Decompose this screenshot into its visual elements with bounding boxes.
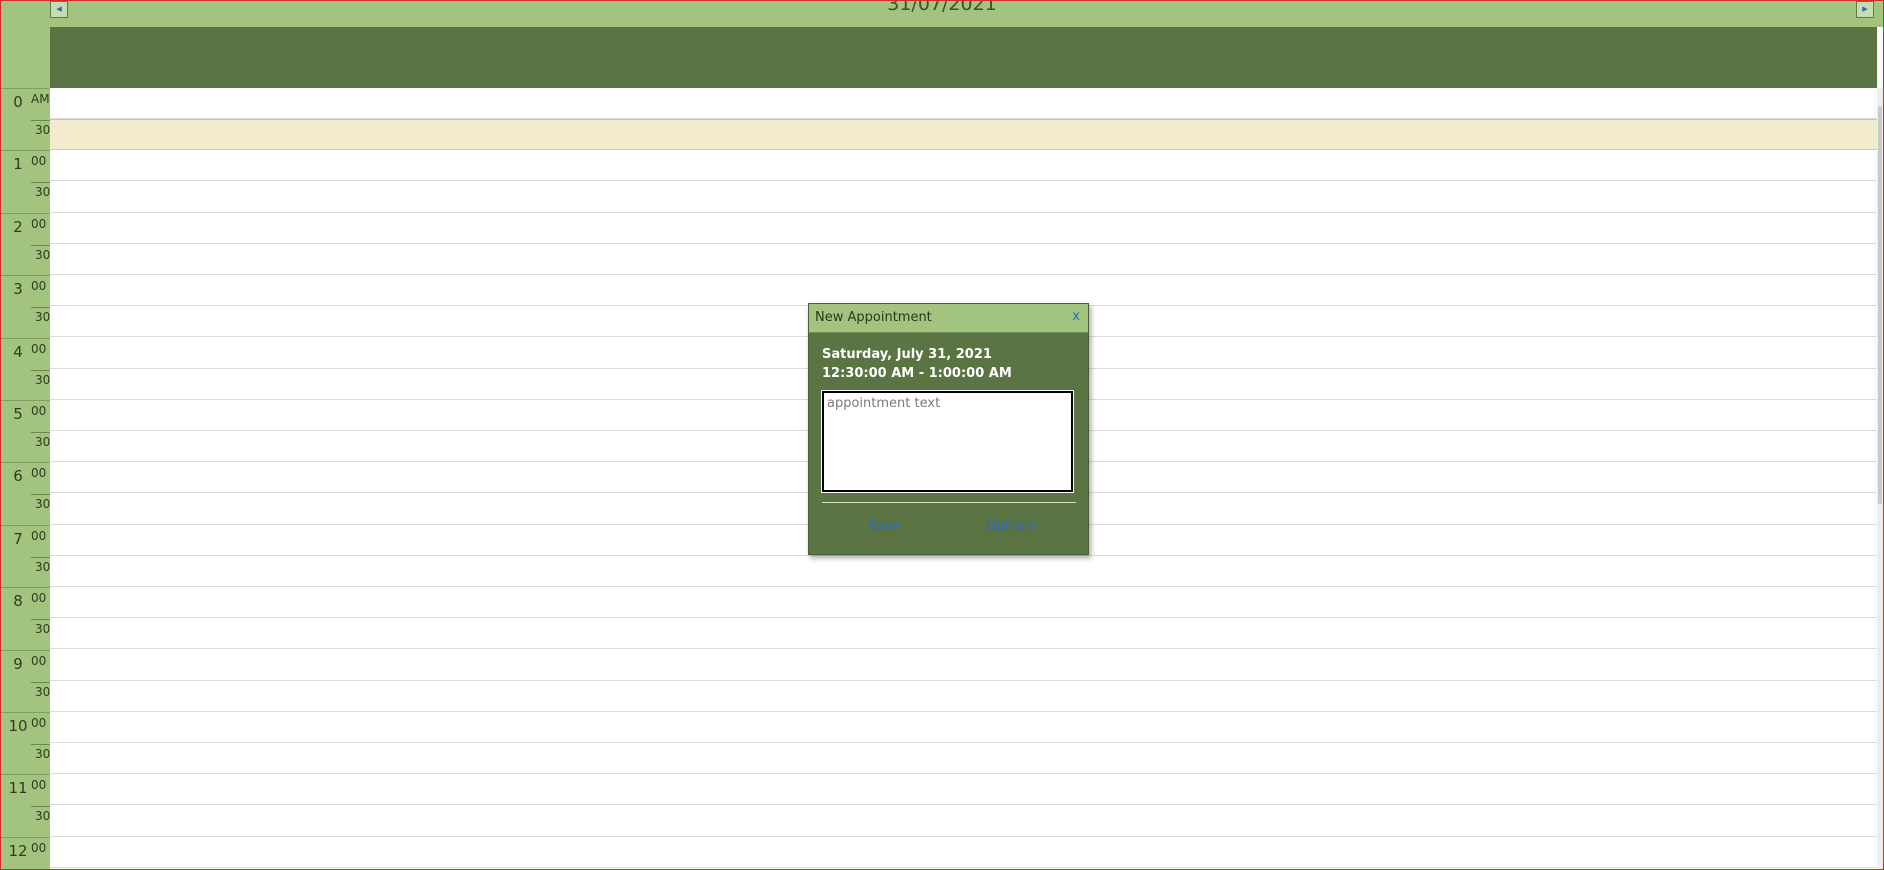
minute-00-label: 00: [31, 279, 47, 294]
time-slot[interactable]: [50, 150, 1877, 182]
minute-00-label: 00: [31, 341, 47, 356]
minute-30-label: 30: [31, 369, 50, 400]
minute-30-label: 30: [31, 619, 50, 649]
minute-30-label: 30: [31, 556, 50, 587]
hour-label-block: 4 00 30: [1, 337, 50, 400]
hour-number: 2: [13, 217, 23, 236]
minute-30-label: 30: [31, 307, 50, 337]
time-slot[interactable]: [50, 681, 1877, 712]
hour-label-block: 2 00 30: [1, 212, 50, 275]
minute-30-label: 30: [31, 681, 50, 712]
hour-number: 11: [8, 779, 28, 798]
minute-00-label: 00: [31, 154, 47, 169]
hour-number: 6: [13, 467, 23, 486]
minute-30-label: 30: [31, 432, 50, 462]
current-date-title: 31/07/2021: [887, 0, 997, 15]
minute-30-label: 30: [31, 182, 50, 212]
time-slot[interactable]: [50, 743, 1877, 775]
dialog-title-bar: New Appointment x: [809, 304, 1088, 333]
time-slot[interactable]: [50, 650, 1877, 681]
hour-label-block: 10 00 30: [1, 712, 50, 774]
hour-number: 7: [13, 529, 23, 548]
minute-00-label: 00: [31, 216, 47, 231]
hour-number: 3: [13, 280, 23, 299]
minute-30-label: 30: [31, 744, 50, 774]
save-link[interactable]: Save: [868, 519, 900, 534]
minute-00-label: 00: [31, 840, 47, 855]
selected-time-slot[interactable]: [50, 119, 1877, 151]
dialog-divider: [822, 502, 1076, 503]
appointment-text-input[interactable]: [821, 390, 1074, 493]
minute-30-label: 30: [31, 244, 50, 275]
hour-number: 10: [8, 717, 28, 735]
hour-label-block: 1 00 30: [1, 150, 50, 212]
time-slot[interactable]: [50, 213, 1877, 244]
new-appointment-dialog: New Appointment x Saturday, July 31, 202…: [808, 303, 1089, 555]
hour-label-block: 11 00 30: [1, 774, 50, 836]
time-slot[interactable]: [50, 618, 1877, 650]
time-slot[interactable]: [50, 774, 1877, 806]
arrow-right-icon: ▸: [1862, 2, 1868, 15]
time-slot[interactable]: [50, 88, 1877, 119]
time-axis: 0 AM 30 1 00 30 2 00 30 3 00 30 4 00 30 5 00 30 6 00 30 7 00 30…: [1, 88, 50, 869]
hour-number: 0: [13, 93, 23, 111]
minute-00-label: 00: [31, 778, 47, 793]
time-slot[interactable]: [50, 712, 1877, 743]
time-slot[interactable]: [50, 837, 1877, 868]
time-slot[interactable]: [50, 182, 1877, 213]
hour-number: 1: [13, 155, 23, 174]
hour-number: 9: [13, 654, 23, 673]
appointment-time-range: 12:30:00 AM - 1:00:00 AM: [822, 366, 1012, 381]
time-slot[interactable]: [50, 587, 1877, 619]
hour-number: 4: [13, 342, 23, 361]
hour-label-block: 8 00 30: [1, 587, 50, 649]
corner-cell: [1, 27, 50, 88]
hour-label-block: 5 00 30: [1, 400, 50, 462]
calendar-frame: ◂ 31/07/2021 ▸ 0 AM 30 1 00 30 2 00 30 3 00 30 4 00 30…: [0, 0, 1884, 870]
scrollbar-thumb[interactable]: [1878, 106, 1882, 504]
minute-00-label: 00: [31, 716, 47, 730]
next-day-button[interactable]: ▸: [1856, 1, 1874, 18]
hour-number: 12: [8, 841, 28, 860]
close-icon[interactable]: x: [1072, 309, 1080, 324]
minute-00-label: 00: [31, 591, 47, 606]
hour-label-block: 9 00 30: [1, 649, 50, 712]
minute-30-label: 30: [31, 120, 50, 150]
hour-label-block: 120030: [1, 836, 50, 869]
calendar-nav-bar: ◂ 31/07/2021 ▸: [1, 1, 1883, 27]
hour-number: 5: [13, 405, 23, 423]
options-link[interactable]: Options: [986, 519, 1036, 534]
hour-number: 8: [13, 592, 23, 611]
minute-30-label: 30: [31, 806, 50, 836]
time-slot[interactable]: [50, 244, 1877, 275]
hour-label-block: 0 AM 30: [1, 88, 50, 150]
minute-00-label: 00: [31, 466, 47, 481]
hour-label-block: 3 00 30: [1, 275, 50, 337]
day-header-band: [50, 27, 1877, 88]
time-slot[interactable]: [50, 556, 1877, 587]
hour-label-block: 7 00 30: [1, 524, 50, 587]
appointment-date: Saturday, July 31, 2021: [822, 347, 992, 362]
minute-30-label: 30: [31, 494, 50, 524]
dialog-title: New Appointment: [815, 310, 932, 325]
time-slot[interactable]: [50, 806, 1877, 837]
am-label: AM: [31, 92, 50, 106]
minute-00-label: 00: [31, 528, 47, 543]
minute-00-label: 00: [31, 404, 47, 418]
time-slot[interactable]: [50, 275, 1877, 307]
hour-label-block: 6 00 30: [1, 462, 50, 524]
minute-00-label: 00: [31, 653, 47, 668]
